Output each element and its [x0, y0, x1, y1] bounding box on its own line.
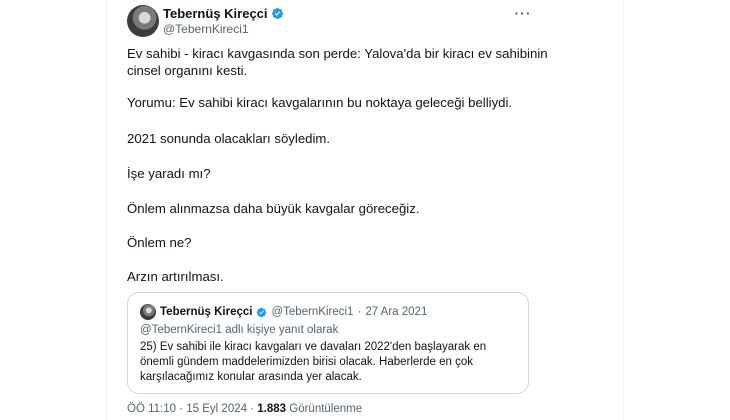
author-display-name[interactable]: Tebernüş Kireçci: [163, 6, 268, 21]
more-options-icon[interactable]: ···: [513, 6, 533, 23]
quoted-avatar: [140, 304, 156, 320]
tweet-time[interactable]: ÖÖ 11:10: [127, 403, 176, 415]
tweet-paragraph: 2021 sonunda olacakları söyledim.: [127, 131, 331, 146]
quoted-separator: ·: [357, 306, 362, 318]
tweet-header: Tebernüş Kireçci @TebernKireci1 ···: [127, 5, 607, 39]
tweet-paragraph: Ev sahibi - kiracı kavgasında son perde:…: [127, 46, 548, 78]
quoted-display-name: Tebernüş Kireçci: [160, 306, 253, 318]
tweet-paragraph: Önlem ne?: [127, 235, 192, 250]
quoted-handle: @TebernKireci1: [271, 306, 354, 318]
tweet-paragraph: Önlem alınmazsa daha büyük kavgalar göre…: [127, 201, 420, 216]
avatar[interactable]: [127, 5, 159, 37]
quoted-reply-context: @TebernKireci1 adlı kişiye yanıt olarak: [140, 324, 339, 336]
author-name-row: Tebernüş Kireçci: [163, 6, 284, 21]
views-count: 1.883: [257, 403, 287, 415]
meta-separator: ·: [179, 403, 184, 415]
author-handle[interactable]: @TebernKireci1: [163, 22, 249, 36]
tweet-view: Tebernüş Kireçci @TebernKireci1 ··· Ev s…: [0, 0, 730, 420]
tweet-date[interactable]: 15 Eyl 2024: [186, 403, 247, 415]
quoted-tweet-text: 25) Ev sahibi ile kiracı kavgaları ve da…: [140, 341, 487, 383]
tweet-paragraph: Arzın artırılması.: [127, 269, 224, 284]
verified-badge-icon: [271, 7, 284, 20]
views-label: Görüntülenme: [289, 403, 363, 415]
column-divider-left: [106, 0, 107, 420]
quoted-tweet-header: Tebernüş Kireçci @TebernKireci1 · 27 Ara…: [140, 304, 427, 320]
quoted-tweet-card[interactable]: Tebernüş Kireçci @TebernKireci1 · 27 Ara…: [127, 292, 529, 394]
quoted-date: 27 Ara 2021: [365, 306, 428, 318]
meta-separator: ·: [250, 403, 255, 415]
tweet-paragraph: Yorumu: Ev sahibi kiracı kavgalarının bu…: [127, 95, 513, 110]
tweet-paragraph: İşe yaradı mı?: [127, 166, 211, 181]
tweet-meta: ÖÖ 11:10 · 15 Eyl 2024 · 1.883 Görüntüle…: [127, 403, 362, 415]
verified-badge-icon: [256, 307, 267, 318]
column-divider-right: [623, 0, 624, 420]
